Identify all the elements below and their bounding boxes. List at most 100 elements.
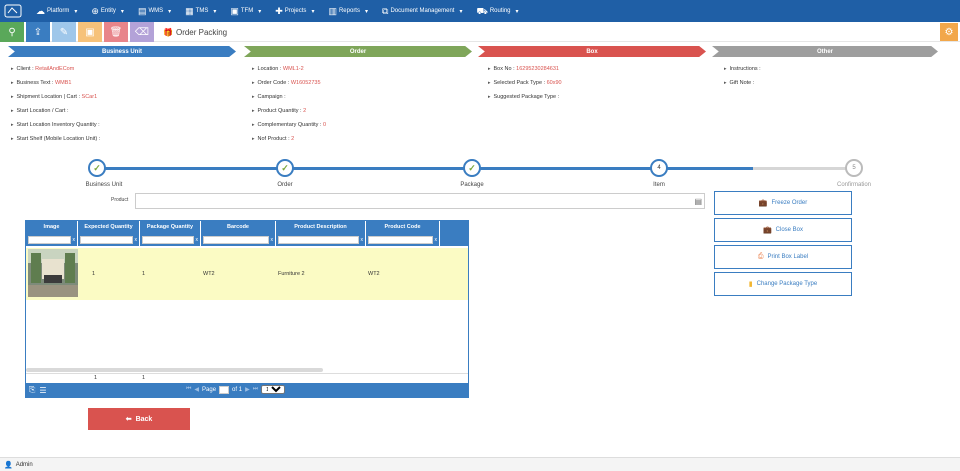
step-confirmation[interactable]: 5 xyxy=(845,159,863,177)
top-navigation-bar: ☁ Platform ▾ ⊕ Entity ▾ ▤ WMS ▾ ▦ TMS ▾ ▣ TFM ▾ ✚ P… xyxy=(0,0,960,22)
section-order: Order xyxy=(244,46,472,57)
cell-product-code: WT2 xyxy=(368,271,380,277)
filter-input[interactable] xyxy=(80,235,133,244)
step-package[interactable]: ✓ xyxy=(463,159,481,177)
caret-down-icon: ▾ xyxy=(120,8,124,15)
nav-wms[interactable]: ▤ WMS ▾ xyxy=(138,0,171,22)
filter-input[interactable] xyxy=(28,235,71,244)
step-label-order: Order xyxy=(277,182,293,188)
nav-reports[interactable]: ▥ Reports ▾ xyxy=(328,0,368,22)
freeze-order-button[interactable]: 💼 Freeze Order xyxy=(714,191,852,215)
nav-entity[interactable]: ⊕ Entity ▾ xyxy=(91,0,124,22)
next-page-icon[interactable]: ▶ xyxy=(245,386,250,393)
nav-document-management[interactable]: ⧉ Document Management ▾ xyxy=(382,0,463,22)
nav-routing[interactable]: ⛟ Routing ▾ xyxy=(477,0,519,22)
total-package: 1 xyxy=(142,375,146,381)
field-order-code: ▸ Order Code : W16052735 xyxy=(252,80,321,86)
filter-input[interactable] xyxy=(278,235,359,244)
status-bar: 👤 Admin xyxy=(0,457,960,471)
nav-tms[interactable]: ▦ TMS ▾ xyxy=(185,0,216,22)
last-page-icon[interactable]: ⏭ xyxy=(253,386,258,393)
upload-button[interactable]: ⇪ xyxy=(26,22,50,42)
caret-down-icon: ▾ xyxy=(74,8,78,15)
step-label-confirmation: Confirmation xyxy=(836,182,871,188)
filter-input[interactable] xyxy=(203,235,269,244)
truck-icon: ▦ xyxy=(185,5,194,16)
pager-controls: ⏮ ◀ Page of 1 ▶ ⏭ 100 xyxy=(186,385,286,394)
progress-line-pending xyxy=(753,167,853,170)
caret-right-icon: ▸ xyxy=(488,94,491,100)
page-size-select[interactable]: 100 xyxy=(261,385,286,394)
column-header-image[interactable]: Image xyxy=(26,221,78,233)
filter-input[interactable] xyxy=(368,235,433,244)
clear-icon[interactable]: x xyxy=(135,237,138,243)
package-icon: ▮ xyxy=(748,281,753,288)
filter-input[interactable] xyxy=(142,235,194,244)
caret-down-icon: ▾ xyxy=(213,8,217,15)
caret-down-icon: ▾ xyxy=(311,8,315,15)
column-header-expected-quantity[interactable]: Expected Quantity xyxy=(78,221,140,233)
globe-icon: ⊕ xyxy=(91,5,99,16)
column-header-product-code[interactable]: Product Code xyxy=(366,221,440,233)
change-package-type-button[interactable]: ▮ Change Package Type xyxy=(714,272,852,296)
field-box-no: ▸ Box No : 16295230284631 xyxy=(488,66,559,72)
caret-right-icon: ▸ xyxy=(11,66,14,72)
eraser-button[interactable]: ⌫ xyxy=(130,22,154,42)
product-input[interactable]: ▤ xyxy=(135,193,705,209)
caret-right-icon: ▸ xyxy=(252,80,255,86)
clear-icon[interactable]: x xyxy=(435,237,438,243)
export-icon[interactable]: ⎘ xyxy=(29,385,35,395)
username[interactable]: Admin xyxy=(16,462,33,468)
briefcase-icon: 💼 xyxy=(762,227,772,234)
column-header-barcode[interactable]: Barcode xyxy=(201,221,276,233)
table-row[interactable]: 1 1 WT2 Furniture 2 WT2 xyxy=(26,248,468,300)
field-gift-note: ▸ Gift Note : xyxy=(724,80,755,86)
clear-icon[interactable]: x xyxy=(271,237,274,243)
horizontal-scrollbar[interactable] xyxy=(26,368,323,372)
settings-button[interactable]: ⚙ xyxy=(940,23,958,41)
caret-right-icon: ▸ xyxy=(252,108,255,114)
caret-right-icon: ▸ xyxy=(724,80,727,86)
print-box-label-button[interactable]: ⎙ Print Box Label xyxy=(714,245,852,269)
column-header-product-description[interactable]: Product Description xyxy=(276,221,366,233)
close-box-button[interactable]: 💼 Close Box xyxy=(714,218,852,242)
check-icon: ✓ xyxy=(281,162,289,173)
delete-button[interactable]: 🗑 xyxy=(104,22,128,42)
cloud-icon: ☁ xyxy=(36,5,45,16)
field-shipment-location: ▸ Shipment Location | Cart : SCar1 xyxy=(11,94,98,100)
field-product-quantity: ▸ Product Quantity : 2 xyxy=(252,108,307,114)
prev-page-icon[interactable]: ◀ xyxy=(194,386,199,393)
columns-icon[interactable]: ☰ xyxy=(39,386,46,395)
save-button[interactable]: ▣ xyxy=(78,22,102,42)
clear-icon[interactable]: x xyxy=(73,237,76,243)
nav-platform[interactable]: ☁ Platform ▾ xyxy=(36,0,77,22)
page-number-input[interactable] xyxy=(219,385,230,394)
step-item[interactable]: 4 xyxy=(650,159,668,177)
edit-button[interactable]: ✎ xyxy=(52,22,76,42)
barcode-icon[interactable]: ▤ xyxy=(694,197,702,206)
clear-icon[interactable]: x xyxy=(361,237,364,243)
items-grid: Image Expected Quantity Package Quantity… xyxy=(25,220,469,398)
section-box: Box xyxy=(478,46,706,57)
first-page-icon[interactable]: ⏮ xyxy=(186,386,191,393)
gift-icon: 🎁 xyxy=(163,28,173,37)
step-business-unit[interactable]: ✓ xyxy=(88,159,106,177)
caret-right-icon: ▸ xyxy=(252,136,255,142)
step-order[interactable]: ✓ xyxy=(276,159,294,177)
search-button[interactable]: ⚲ xyxy=(0,22,24,42)
search-icon: ⚲ xyxy=(8,26,16,38)
back-button[interactable]: ⬅ Back xyxy=(88,408,190,430)
nav-tfm[interactable]: ▣ TFM ▾ xyxy=(230,0,261,22)
grid-header: Image Expected Quantity Package Quantity… xyxy=(26,221,468,233)
grid-totals-row: 1 1 xyxy=(26,373,468,382)
app-logo[interactable] xyxy=(0,0,26,22)
caret-right-icon: ▸ xyxy=(252,122,255,128)
cell-product-description: Furniture 2 xyxy=(278,271,305,277)
edit-icon: ✎ xyxy=(59,26,69,38)
nav-projects[interactable]: ✚ Projects ▾ xyxy=(275,0,314,22)
step-label-item: Item xyxy=(653,182,665,188)
clear-icon[interactable]: x xyxy=(196,237,199,243)
caret-right-icon: ▸ xyxy=(11,122,14,128)
check-icon: ✓ xyxy=(468,162,476,173)
column-header-package-quantity[interactable]: Package Quantity xyxy=(140,221,201,233)
